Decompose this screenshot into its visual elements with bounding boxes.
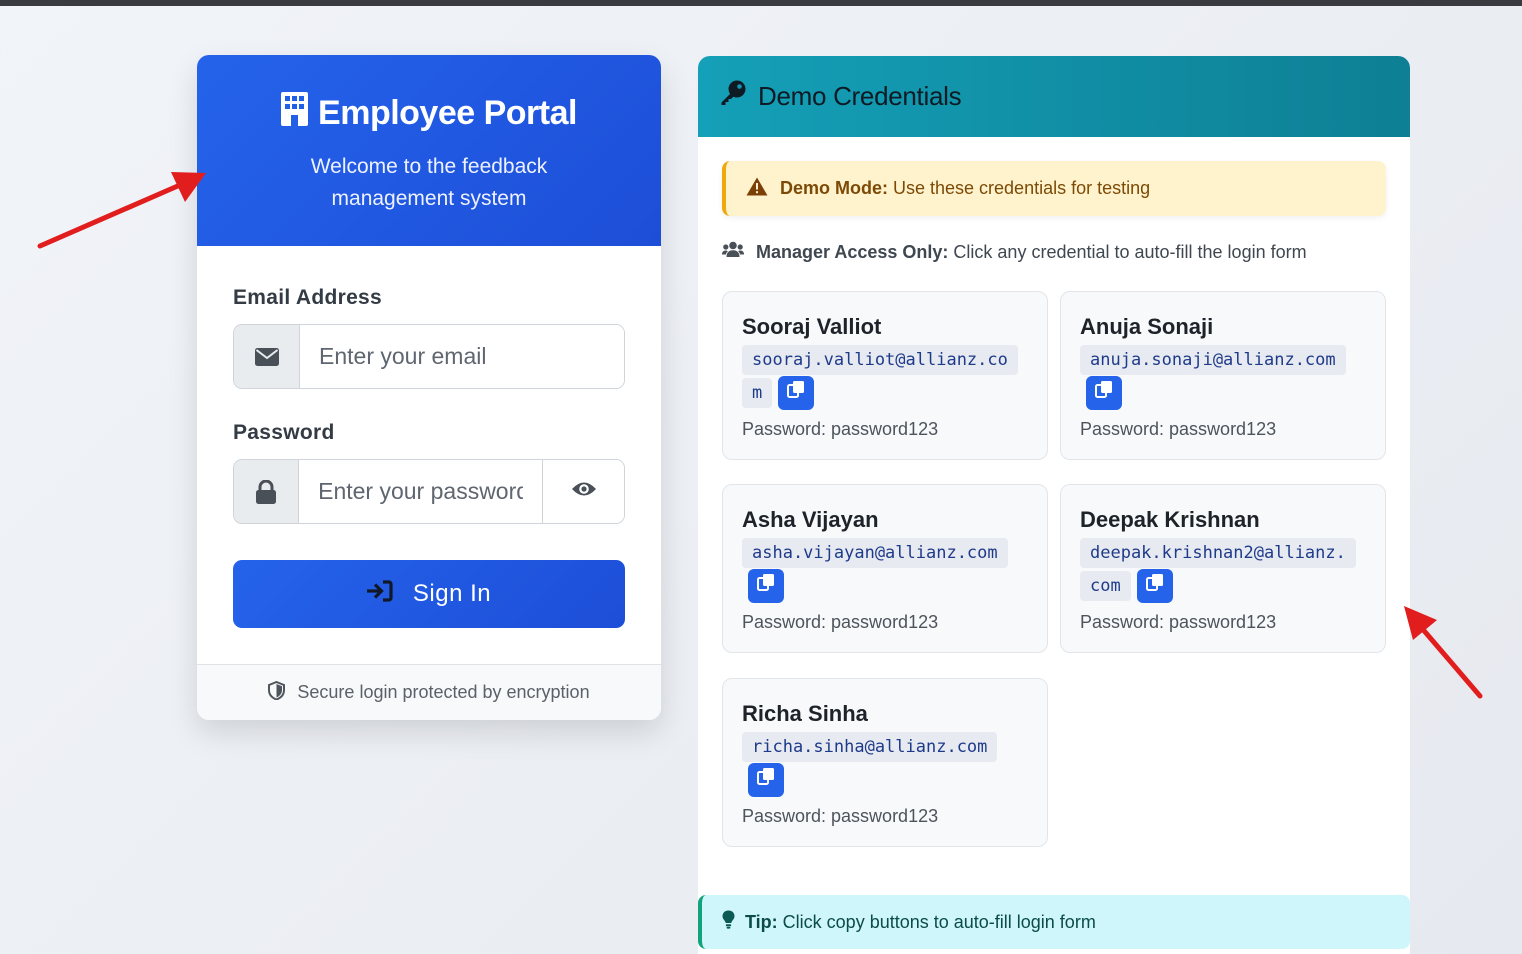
email-input[interactable] [300, 325, 624, 388]
credential-email-row: richa.sinha@allianz.com [742, 731, 1018, 798]
login-title-text: Employee Portal [318, 94, 577, 132]
credential-email[interactable]: deepak.krishnan2@allianz.com [1080, 538, 1356, 602]
sign-in-icon [366, 579, 393, 609]
sign-in-button[interactable]: Sign In [233, 560, 625, 628]
envelope-icon [234, 325, 300, 388]
credential-email-row: anuja.sonaji@allianz.com [1080, 344, 1356, 411]
credential-password: Password: password123 [1080, 419, 1277, 439]
credential-name: Deepak Krishnan [1080, 507, 1260, 532]
credential-password: Password: password123 [742, 612, 939, 632]
toggle-password-button[interactable] [543, 460, 624, 523]
copy-icon [1095, 377, 1113, 410]
alert-message: Use these credentials for testing [888, 178, 1151, 198]
manager-access-note: Manager Access Only: Click any credentia… [722, 241, 1307, 263]
sign-in-label: Sign In [412, 580, 492, 607]
credential-email[interactable]: richa.sinha@allianz.com [742, 732, 998, 762]
email-input-group [233, 324, 625, 389]
copy-icon [757, 764, 775, 797]
browser-top-bar [0, 0, 1522, 6]
credential-name: Richa Sinha [742, 701, 868, 726]
credential-email[interactable]: anuja.sonaji@allianz.com [1080, 345, 1346, 375]
login-header: Employee Portal Welcome to the feedback … [197, 55, 661, 246]
login-title: Employee Portal [197, 92, 661, 135]
login-card: Employee Portal Welcome to the feedback … [197, 55, 661, 720]
annotation-arrow-right [1404, 606, 1483, 699]
credential-password: Password: password123 [1080, 612, 1277, 632]
manager-text: Manager Access Only: Click any credentia… [756, 242, 1307, 263]
copy-button[interactable] [748, 569, 784, 603]
manager-message: Click any credential to auto-fill the lo… [948, 241, 1307, 262]
credentials-card: Demo Credentials Demo Mode: Use these cr… [698, 56, 1410, 954]
lock-icon [234, 460, 300, 523]
credential-email[interactable]: asha.vijayan@allianz.com [742, 538, 1008, 568]
password-label: Password [233, 421, 335, 444]
login-form: Email Address Password [197, 246, 661, 628]
tip-message: Click copy buttons to auto-fill login fo… [777, 911, 1096, 932]
footer-text: Secure login protected by encryption [297, 682, 590, 702]
credential-card-deepak[interactable]: Deepak Krishnan deepak.krishnan2@allianz… [1060, 484, 1386, 653]
key-icon [720, 80, 746, 113]
copy-button[interactable] [748, 763, 784, 797]
copy-icon [1145, 570, 1164, 603]
tip-alert: Tip: Click copy buttons to auto-fill log… [698, 895, 1410, 949]
password-input[interactable] [299, 460, 544, 523]
credential-email-row: asha.vijayan@allianz.com [742, 537, 1018, 604]
copy-icon [787, 377, 805, 410]
eye-icon [571, 480, 597, 503]
copy-button[interactable] [778, 376, 815, 410]
credentials-title: Demo Credentials [758, 81, 962, 111]
login-subtitle: Welcome to the feedback management syste… [310, 155, 548, 210]
copy-button[interactable] [1086, 376, 1122, 410]
credential-name: Sooraj Valliot [742, 314, 882, 339]
tip-bold: Tip: [745, 911, 778, 932]
warning-icon [746, 177, 768, 201]
credential-name: Anuja Sonaji [1080, 314, 1214, 339]
email-label: Email Address [233, 286, 383, 309]
credential-email-row: deepak.krishnan2@allianz.com [1080, 537, 1356, 604]
credential-password: Password: password123 [742, 419, 939, 439]
credential-name: Asha Vijayan [742, 507, 879, 532]
copy-icon [757, 570, 775, 603]
tip-text: Tip: Click copy buttons to auto-fill log… [745, 912, 1096, 933]
credential-card-sooraj[interactable]: Sooraj Valliot sooraj.valliot@allianz.co… [722, 291, 1048, 460]
credentials-header: Demo Credentials [698, 56, 1410, 137]
credential-email-row: sooraj.valliot@allianz.com [742, 344, 1018, 411]
password-input-group [233, 459, 625, 524]
login-footer: Secure login protected by encryption [197, 664, 661, 720]
alert-bold: Demo Mode: [780, 178, 888, 198]
manager-bold: Manager Access Only: [756, 241, 949, 262]
credential-card-richa[interactable]: Richa Sinha richa.sinha@allianz.com Pass… [722, 678, 1048, 847]
annotation-arrow-left [37, 172, 206, 249]
credential-password: Password: password123 [742, 806, 939, 826]
alert-text: Demo Mode: Use these credentials for tes… [780, 178, 1150, 199]
credential-card-asha[interactable]: Asha Vijayan asha.vijayan@allianz.com Pa… [722, 484, 1048, 653]
credential-card-anuja[interactable]: Anuja Sonaji anuja.sonaji@allianz.com Pa… [1060, 291, 1386, 460]
building-icon [281, 92, 309, 135]
demo-mode-alert: Demo Mode: Use these credentials for tes… [722, 161, 1386, 216]
shield-icon [268, 680, 286, 705]
copy-button[interactable] [1136, 569, 1173, 603]
users-icon [722, 241, 744, 263]
lightbulb-icon [722, 910, 735, 934]
